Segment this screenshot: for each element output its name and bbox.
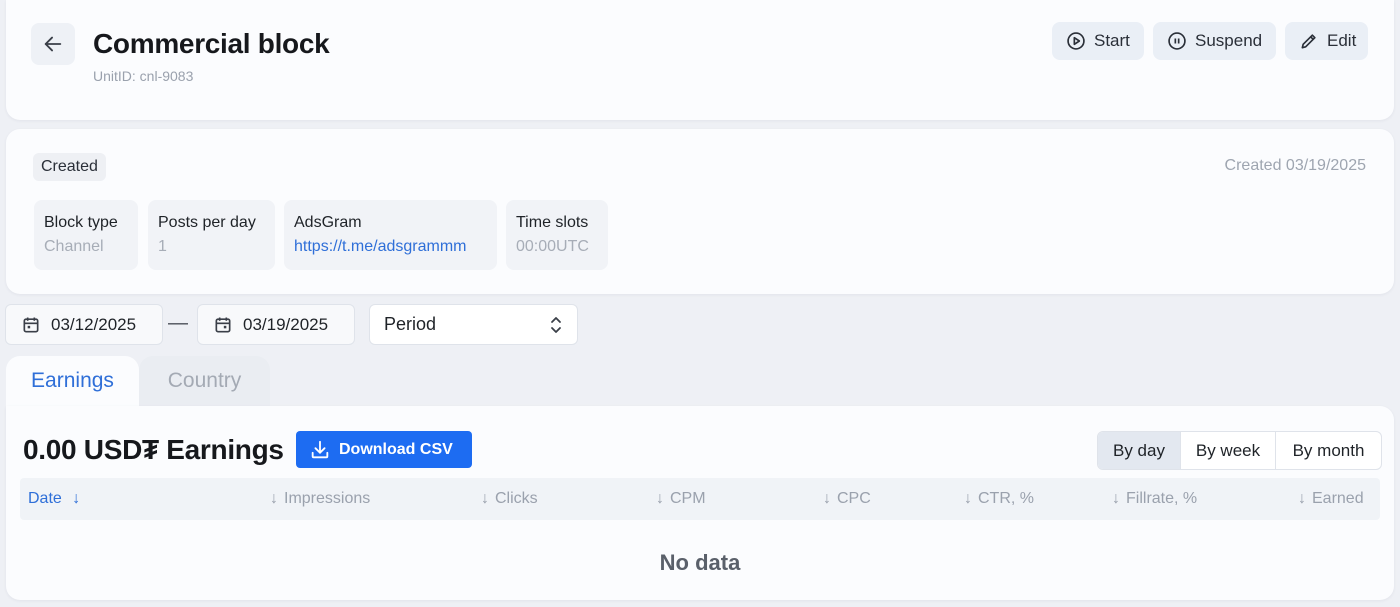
date-to-value: 03/19/2025 bbox=[243, 314, 329, 334]
start-button[interactable]: Start bbox=[1052, 22, 1144, 60]
by-day-button[interactable]: By day bbox=[1098, 432, 1181, 469]
date-from-value: 03/12/2025 bbox=[51, 314, 137, 334]
sort-arrow-down-icon: ↓ bbox=[823, 490, 831, 507]
sort-arrow-down-icon: ↓ bbox=[964, 490, 972, 507]
column-fillrate[interactable]: ↓ Fillrate, % bbox=[1112, 478, 1197, 520]
date-from-picker[interactable]: 03/12/2025 bbox=[5, 304, 163, 345]
tab-earnings[interactable]: Earnings bbox=[6, 356, 139, 406]
column-fillrate-label: Fillrate, % bbox=[1126, 490, 1198, 507]
back-button[interactable] bbox=[31, 23, 75, 65]
column-ctr[interactable]: ↓ CTR, % bbox=[964, 478, 1034, 520]
download-csv-label: Download CSV bbox=[339, 440, 453, 458]
info-time-slots: Time slots 00:00UTC bbox=[506, 200, 608, 270]
info-posts-per-day: Posts per day 1 bbox=[148, 200, 275, 270]
adsgram-link[interactable]: https://t.me/adsgrammm bbox=[294, 238, 487, 256]
header-card: Commercial block UnitID: cnl-9083 Start … bbox=[6, 0, 1394, 120]
column-earned-label: Earned bbox=[1312, 490, 1364, 507]
period-select[interactable]: Period bbox=[369, 304, 578, 345]
by-month-button[interactable]: By month bbox=[1276, 432, 1381, 469]
suspend-button[interactable]: Suspend bbox=[1153, 22, 1276, 60]
info-card: Created Created 03/19/2025 Block type Ch… bbox=[6, 129, 1394, 294]
sort-arrow-down-icon: ↓ bbox=[72, 490, 81, 507]
download-csv-button[interactable]: Download CSV bbox=[296, 431, 472, 468]
chevron-up-down-icon bbox=[549, 315, 563, 335]
page-title: Commercial block bbox=[93, 28, 330, 59]
info-value: 00:00UTC bbox=[516, 238, 589, 255]
play-circle-icon bbox=[1066, 31, 1086, 51]
table-header: Date ↓ ↓ Impressions ↓ Clicks ↓ CPM ↓ CPC ↓ C… bbox=[20, 478, 1380, 520]
info-label: Block type bbox=[44, 214, 118, 231]
sort-arrow-down-icon: ↓ bbox=[1298, 490, 1306, 507]
info-label: Posts per day bbox=[158, 214, 256, 231]
sort-arrow-down-icon: ↓ bbox=[270, 490, 278, 507]
column-earned[interactable]: ↓ Earned bbox=[1298, 478, 1364, 520]
pencil-icon bbox=[1299, 31, 1319, 51]
column-cpc-label: CPC bbox=[837, 490, 871, 507]
column-cpm-label: CPM bbox=[670, 490, 706, 507]
period-value: Period bbox=[384, 314, 437, 334]
suspend-label: Suspend bbox=[1195, 31, 1263, 50]
earnings-title: 0.00 USD₮ Earnings bbox=[23, 434, 284, 465]
column-clicks[interactable]: ↓ Clicks bbox=[481, 478, 538, 520]
info-label: AdsGram bbox=[294, 214, 362, 231]
edit-label: Edit bbox=[1327, 31, 1357, 50]
status-badge: Created bbox=[33, 153, 106, 181]
by-week-button[interactable]: By week bbox=[1181, 432, 1276, 469]
sort-arrow-down-icon: ↓ bbox=[656, 490, 664, 507]
calendar-icon bbox=[213, 315, 233, 335]
sort-arrow-down-icon: ↓ bbox=[1112, 490, 1120, 507]
edit-button[interactable]: Edit bbox=[1285, 22, 1368, 60]
date-separator: — bbox=[168, 312, 188, 334]
tab-country[interactable]: Country bbox=[139, 356, 270, 406]
info-value: 1 bbox=[158, 238, 167, 255]
column-cpm[interactable]: ↓ CPM bbox=[656, 478, 706, 520]
info-block-type: Block type Channel bbox=[34, 200, 138, 270]
column-clicks-label: Clicks bbox=[495, 490, 538, 507]
arrow-left-icon bbox=[42, 33, 64, 55]
column-impressions[interactable]: ↓ Impressions bbox=[270, 478, 370, 520]
info-adsgram: AdsGram https://t.me/adsgrammm bbox=[284, 200, 497, 270]
calendar-icon bbox=[21, 315, 41, 335]
info-value: Channel bbox=[44, 238, 104, 255]
column-date[interactable]: Date ↓ bbox=[28, 478, 80, 520]
earnings-panel: 0.00 USD₮ Earnings Download CSV By day B… bbox=[6, 406, 1394, 600]
column-ctr-label: CTR, % bbox=[978, 490, 1034, 507]
empty-state: No data bbox=[659, 550, 741, 575]
info-label: Time slots bbox=[516, 214, 589, 231]
created-date: Created 03/19/2025 bbox=[1224, 157, 1366, 174]
column-impressions-label: Impressions bbox=[284, 490, 371, 507]
column-cpc[interactable]: ↓ CPC bbox=[823, 478, 871, 520]
start-label: Start bbox=[1094, 31, 1130, 50]
sort-arrow-down-icon: ↓ bbox=[481, 490, 489, 507]
unit-id: UnitID: cnl-9083 bbox=[93, 68, 194, 84]
granularity-toggle: By day By week By month bbox=[1097, 431, 1382, 470]
pause-circle-icon bbox=[1167, 31, 1187, 51]
column-date-label: Date bbox=[28, 490, 62, 507]
date-to-picker[interactable]: 03/19/2025 bbox=[197, 304, 355, 345]
download-icon bbox=[309, 439, 331, 461]
